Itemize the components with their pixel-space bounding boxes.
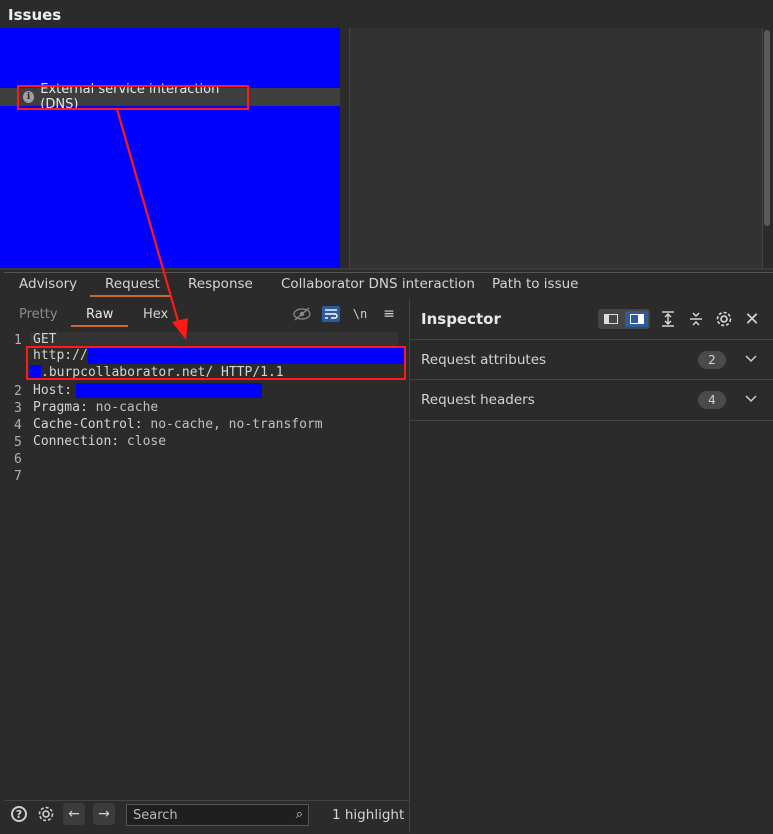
view-tab-pretty[interactable]: Pretty (19, 307, 58, 322)
inspector-section-label[interactable]: Request headers (421, 392, 535, 408)
annotation-box-url (26, 346, 406, 380)
tab-path-to-issue[interactable]: Path to issue (492, 276, 578, 292)
header-connection[interactable]: Connection: close (33, 434, 166, 449)
settings-gear-icon[interactable] (35, 803, 57, 825)
count-badge: 2 (698, 351, 726, 369)
inspector-section-label[interactable]: Request attributes (421, 352, 546, 368)
header-pragma[interactable]: Pragma: no-cache (33, 400, 158, 415)
line-number: 1 (14, 333, 22, 348)
tab-response[interactable]: Response (188, 276, 253, 292)
previous-arrow-icon[interactable]: ← (63, 803, 85, 825)
header-name-host[interactable]: Host: (33, 383, 72, 398)
layout-right-icon[interactable] (625, 311, 648, 327)
line-number: 4 (14, 418, 22, 433)
count-badge: 4 (698, 391, 726, 409)
search-box[interactable]: ⌕ (126, 804, 309, 826)
redacted-issues-block (0, 106, 340, 268)
highlight-count: 1 highlight (332, 807, 405, 823)
hide-eye-icon[interactable] (293, 306, 311, 322)
search-input[interactable] (133, 807, 283, 823)
menu-icon[interactable]: ≡ (380, 306, 398, 322)
line-number: 7 (14, 469, 22, 484)
inspector-title: Inspector (421, 310, 501, 328)
expand-all-icon[interactable] (658, 310, 678, 328)
issue-detail-pane (349, 28, 763, 268)
active-tab-indicator (90, 295, 170, 297)
issues-title: Issues (8, 6, 62, 24)
collapse-all-icon[interactable] (686, 310, 706, 328)
view-tab-raw[interactable]: Raw (86, 307, 113, 322)
newline-toggle-icon[interactable]: \n (351, 306, 369, 322)
chevron-down-icon[interactable] (745, 352, 757, 366)
header-cache-control[interactable]: Cache-Control: no-cache, no-transform (33, 417, 323, 432)
issues-scroll-thumb[interactable] (764, 30, 770, 226)
current-line-highlight (30, 332, 398, 347)
word-wrap-icon[interactable] (322, 306, 340, 322)
line-number: 3 (14, 401, 22, 416)
line-number: 5 (14, 435, 22, 450)
pane-divider[interactable] (0, 268, 773, 270)
line-number: 6 (14, 452, 22, 467)
close-icon[interactable]: ✕ (742, 309, 762, 330)
help-icon[interactable]: ? (8, 803, 30, 825)
redacted-issues-block (0, 28, 340, 88)
inspector-settings-gear-icon[interactable] (714, 310, 734, 328)
tab-collaborator-dns-interaction[interactable]: Collaborator DNS interaction (281, 276, 475, 292)
tab-advisory[interactable]: Advisory (19, 276, 77, 292)
annotation-box-issue (17, 85, 249, 110)
chevron-down-icon[interactable] (745, 392, 757, 406)
next-arrow-icon[interactable]: → (93, 803, 115, 825)
line-number: 2 (14, 384, 22, 399)
tab-request[interactable]: Request (105, 276, 160, 292)
active-view-indicator (71, 325, 128, 327)
layout-side-icon[interactable] (600, 311, 622, 327)
redacted-host-value (76, 383, 262, 398)
view-tab-hex[interactable]: Hex (143, 307, 168, 322)
search-icon[interactable]: ⌕ (296, 807, 303, 822)
request-method[interactable]: GET (33, 332, 56, 347)
issues-header (0, 0, 773, 28)
